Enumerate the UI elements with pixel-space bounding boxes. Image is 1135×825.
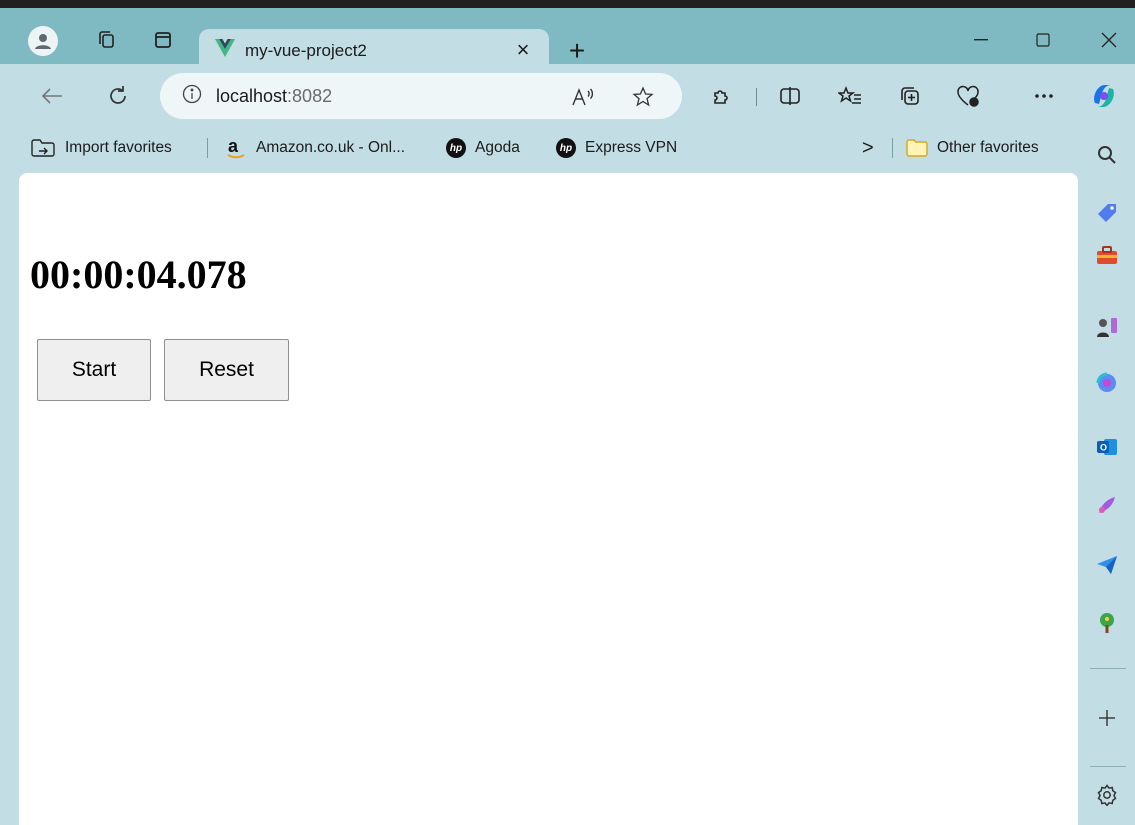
sidebar-divider [1090, 766, 1126, 767]
tab-actions-icon[interactable] [146, 23, 180, 57]
maximize-icon[interactable] [1020, 22, 1066, 58]
tab-title: my-vue-project2 [245, 40, 367, 60]
favorite-agoda[interactable]: hp Agoda [446, 134, 520, 162]
title-bar: my-vue-project2 × + [0, 8, 1135, 72]
copilot-icon[interactable] [1092, 368, 1122, 398]
search-icon[interactable] [1092, 140, 1122, 170]
toolbar-divider [756, 88, 757, 106]
amazon-icon: a [225, 137, 247, 159]
svg-text:O: O [1100, 443, 1107, 453]
profile-avatar-icon[interactable] [28, 26, 58, 56]
designer-icon[interactable] [1092, 490, 1122, 520]
start-button[interactable]: Start [37, 339, 151, 401]
games-icon[interactable] [1092, 312, 1122, 342]
new-tab-icon[interactable]: + [560, 34, 594, 68]
hp-icon: hp [446, 138, 466, 158]
stopwatch-display: 00:00:04.078 [30, 252, 247, 297]
folder-icon [906, 139, 928, 157]
tools-icon[interactable] [1092, 240, 1122, 270]
back-icon[interactable] [34, 78, 70, 114]
favorite-label: Import favorites [65, 139, 172, 156]
favorites-overflow-chevron-icon[interactable]: > [862, 134, 874, 162]
close-window-icon[interactable] [1086, 22, 1132, 58]
site-info-icon[interactable] [182, 84, 202, 109]
refresh-icon[interactable] [100, 78, 136, 114]
workspaces-icon[interactable] [90, 23, 124, 57]
split-screen-icon[interactable] [772, 78, 808, 114]
favorite-other-favorites[interactable]: Other favorites [906, 134, 1039, 162]
tree-icon[interactable] [1092, 608, 1122, 638]
browser-essentials-icon[interactable] [950, 78, 986, 114]
sidebar-divider [1090, 668, 1126, 669]
favorite-star-icon[interactable] [628, 82, 658, 112]
shopping-tag-icon[interactable] [1092, 198, 1122, 228]
hp-icon: hp [556, 138, 576, 158]
minimize-icon[interactable] [958, 22, 1004, 58]
read-aloud-icon[interactable] [568, 82, 598, 112]
url-host: localhost [216, 85, 288, 106]
favorite-label: Express VPN [585, 139, 678, 156]
collections-icon[interactable] [892, 78, 928, 114]
copilot-icon[interactable] [1086, 78, 1122, 114]
add-icon[interactable] [1092, 703, 1122, 733]
url-port: :8082 [287, 85, 333, 106]
address-bar[interactable]: localhost:8082 [160, 73, 682, 119]
import-icon [30, 138, 56, 158]
extensions-icon[interactable] [704, 78, 740, 114]
settings-icon[interactable] [1092, 780, 1122, 810]
favorite-label: Other favorites [937, 139, 1039, 156]
favorites-divider [207, 138, 208, 158]
favorite-express-vpn[interactable]: hp Express VPN [556, 134, 677, 162]
send-icon[interactable] [1092, 550, 1122, 580]
vue-logo-icon [215, 39, 235, 62]
navigation-toolbar: localhost:8082 [0, 64, 1135, 128]
favorites-list-icon[interactable] [832, 78, 868, 114]
window-top-border [0, 0, 1135, 8]
favorites-divider [892, 138, 893, 158]
more-options-icon[interactable] [1026, 78, 1062, 114]
favorites-bar: Import favorites a Amazon.co.uk - Onl...… [0, 128, 1080, 168]
favorite-label: Agoda [475, 139, 520, 156]
tab-close-icon[interactable]: × [511, 37, 535, 62]
svg-text:a: a [228, 137, 239, 156]
favorite-label: Amazon.co.uk - Onl... [256, 139, 406, 156]
page-viewport: 00:00:04.078 Start Reset [19, 173, 1078, 825]
favorite-import-favorites[interactable]: Import favorites [30, 134, 172, 162]
edge-sidebar: O [1080, 128, 1135, 825]
reset-button[interactable]: Reset [164, 339, 289, 401]
favorite-amazon[interactable]: a Amazon.co.uk - Onl... [225, 134, 405, 162]
outlook-icon[interactable]: O [1092, 432, 1122, 462]
